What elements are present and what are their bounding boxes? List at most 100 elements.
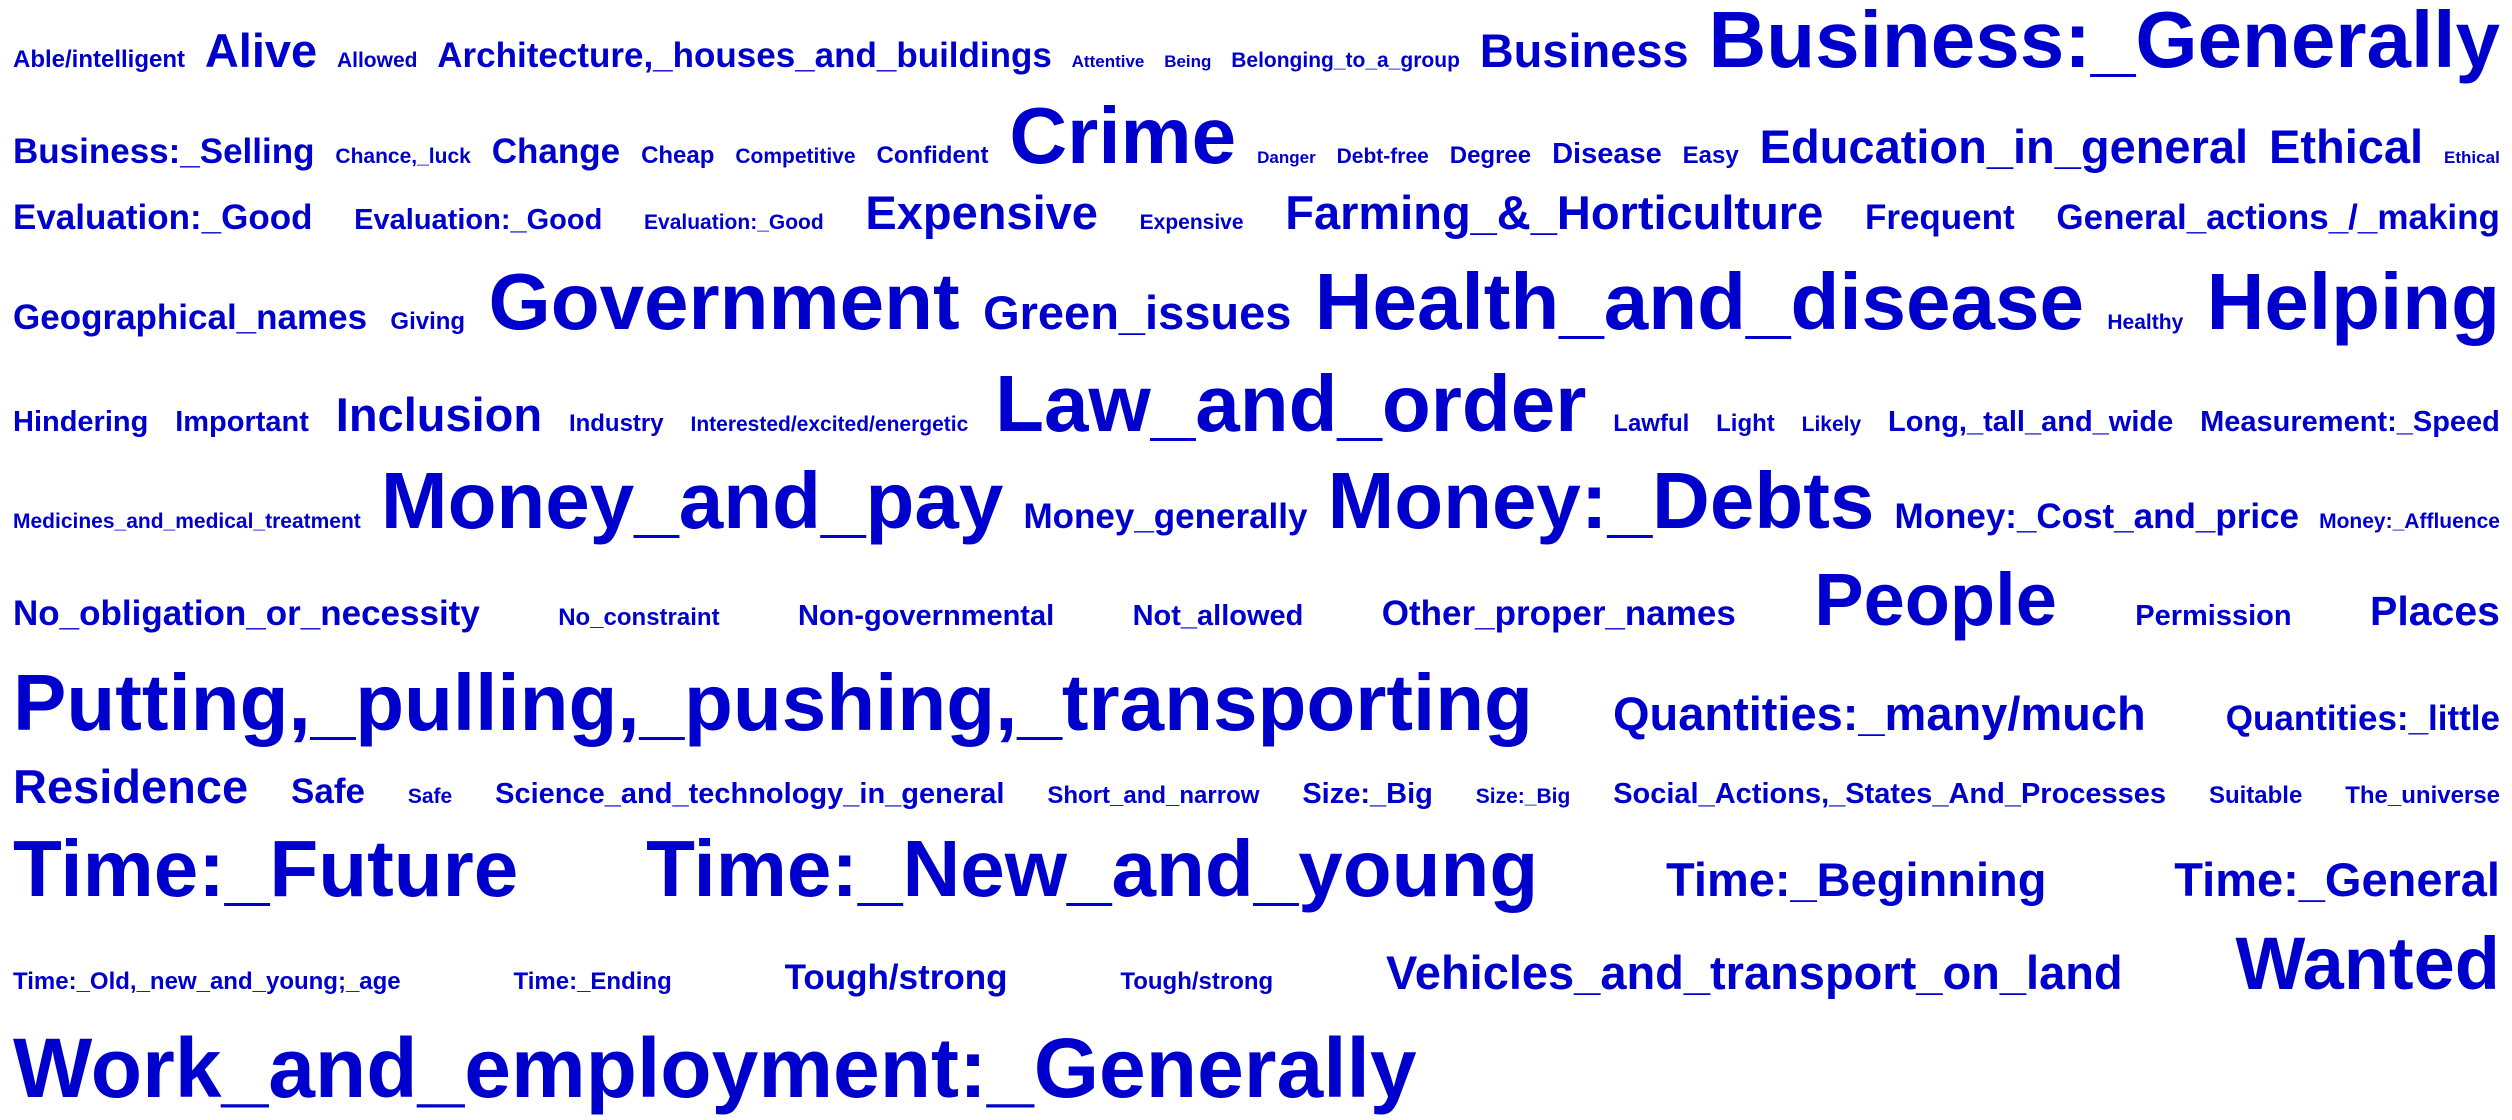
word-cloud-term: Law_and_order (995, 359, 1587, 448)
word-cloud-term: Putting,_pulling,_pushing,_transporting (13, 658, 1533, 747)
word-cloud-term: Places (2370, 588, 2500, 634)
word-cloud-term: Frequent (1864, 198, 2015, 237)
word-cloud-term: Inclusion (335, 388, 543, 441)
word-cloud-term: Other_proper_names (1381, 594, 1736, 633)
word-cloud-term: Not_allowed (1132, 600, 1304, 632)
word-cloud-term: Helping (2206, 257, 2500, 346)
word-cloud-term: Tough/strong (784, 958, 1008, 997)
word-cloud-term: Giving (390, 308, 466, 335)
word-cloud-term: Work_and_employment:_Generally (13, 1021, 1417, 1115)
word-row: Residence Safe Safe Science_and_technology_… (13, 763, 2500, 810)
word-cloud-term: Time:_General (2174, 853, 2500, 906)
word-cloud-term: Easy (1682, 142, 1739, 169)
word-row: Hindering Important Inclusion Industry Inter… (13, 364, 2500, 444)
word-cloud-term: Tough/strong (1120, 968, 1274, 995)
word-cloud-term: Long,_tall_and_wide (1888, 406, 2174, 438)
word-cloud-term: Allowed (336, 49, 418, 72)
word-cloud-term: Time:_Future (13, 824, 519, 913)
word-cloud-term: Competitive (735, 145, 856, 168)
word-cloud-term: Ethical (2444, 148, 2500, 167)
word-cloud-term: Money_generally (1023, 497, 1308, 536)
word-cloud-term: Education_in_general (1759, 120, 2249, 173)
word-cloud-term: Government (488, 257, 960, 346)
word-cloud-term: Measurement:_Speed (2200, 406, 2500, 438)
word-cloud-term: Industry (568, 410, 664, 437)
word-row: Able/intelligent Alive Allowed Architecture… (13, 0, 2500, 80)
word-cloud-term: Attentive (1071, 52, 1145, 71)
word-cloud-term: Safe (407, 785, 453, 808)
word-cloud-term: Confident (876, 142, 989, 169)
word-cloud-term: Ethical (2269, 120, 2424, 173)
word-cloud-term: Time:_Old,_new_and_young;_age (13, 968, 401, 995)
word-cloud-term: Safe (291, 772, 365, 811)
word-cloud-term: Debt-free (1336, 145, 1429, 168)
word-cloud-term: Farming_&_Horticulture (1285, 186, 1824, 239)
word-cloud-term: Important (175, 406, 309, 438)
word-row: Evaluation:_Good Evaluation:_Good Evaluati… (13, 189, 2500, 236)
word-row: Geographical_names Giving Government Green_… (13, 262, 2500, 342)
word-cloud-term: Medicines_and_medical_treatment (13, 510, 361, 533)
word-cloud-term: The_universe (2345, 782, 2500, 809)
word-row: Time:_Old,_new_and_young;_age Time:_Endin… (13, 927, 2500, 1001)
word-cloud-term: Crime (1009, 91, 1237, 180)
word-cloud-term: Quantities:_many/much (1612, 687, 2146, 740)
word-row: No_obligation_or_necessity No_constraint N… (13, 563, 2500, 637)
word-cloud-term: Size:_Big (1475, 785, 1571, 808)
word-cloud-term: Evaluation:_Good (13, 198, 313, 237)
word-cloud-term: Lawful (1613, 410, 1690, 437)
word-cloud-term: Time:_New_and_young (646, 824, 1539, 913)
word-cloud-term: Geographical_names (13, 298, 368, 337)
word-cloud-term: Size:_Big (1302, 778, 1433, 810)
word-cloud-term: Money:_Affluence (2319, 510, 2500, 533)
word-cloud-term: Evaluation:_Good (354, 204, 603, 236)
word-cloud-term: Business:_Generally (1708, 0, 2500, 84)
word-cloud-term: Alive (204, 24, 318, 77)
word-cloud-term: Change (491, 132, 621, 171)
word-cloud-term: Non-governmental (797, 600, 1055, 632)
word-cloud-term: No_obligation_or_necessity (13, 594, 480, 633)
word-cloud-term: Short_and_narrow (1047, 782, 1260, 809)
word-cloud-term: Disease (1552, 138, 1662, 170)
word-cloud-term: Danger (1257, 148, 1316, 167)
word-cloud-term: Suitable (2208, 782, 2303, 809)
word-cloud-term: Architecture,_houses_and_buildings (437, 36, 1052, 75)
word-cloud-term: Health_and_disease (1314, 257, 2085, 346)
word-cloud-term: Evaluation:_Good (644, 211, 824, 234)
word-cloud-term: Money:_Cost_and_price (1894, 497, 2299, 536)
word-cloud-term: Residence (13, 760, 249, 813)
word-cloud-term: Able/intelligent (13, 46, 186, 73)
word-cloud-term: Science_and_technology_in_general (495, 778, 1005, 810)
word-cloud-term: Business (1479, 24, 1689, 77)
word-cloud-term: Money:_Debts (1327, 456, 1875, 545)
word-cloud-term: Expensive (865, 186, 1098, 239)
word-row: Time:_Future Time:_New_and_young Time:_Beg… (13, 829, 2500, 909)
word-cloud-term: No_constraint (558, 604, 720, 631)
word-cloud-term: Quantities:_little (2225, 699, 2500, 738)
word-cloud: Able/intelligent Alive Allowed Architecture… (13, 0, 2500, 1120)
word-cloud-term: Expensive (1139, 211, 1244, 234)
word-cloud-term: Degree (1449, 142, 1532, 169)
word-row: Putting,_pulling,_pushing,_transporting Q… (13, 663, 2500, 743)
word-cloud-term: Likely (1801, 413, 1862, 436)
word-cloud-term: Social_Actions,_States_And_Processes (1613, 778, 2167, 810)
word-cloud-term: General_actions_/_making (2056, 198, 2500, 237)
word-cloud-term: Wanted (2235, 922, 2500, 1005)
word-cloud-term: Vehicles_and_transport_on_land (1386, 946, 2123, 999)
word-cloud-term: Interested/excited/energetic (690, 413, 969, 436)
word-cloud-term: Permission (2135, 600, 2292, 632)
word-cloud-term: Green_issues (983, 286, 1292, 339)
word-cloud-term: Time:_Ending (513, 968, 672, 995)
word-cloud-term: Hindering (13, 406, 149, 438)
word-cloud-term: Belonging_to_a_group (1231, 49, 1460, 72)
word-cloud-term: Being (1164, 52, 1212, 71)
word-cloud-term: Light (1716, 410, 1775, 437)
word-cloud-term: Money_and_pay (380, 456, 1004, 545)
word-row: Business:_Selling Chance,_luck Change Cheap… (13, 96, 2500, 176)
word-cloud-term: Business:_Selling (13, 132, 315, 171)
word-cloud-term: Cheap (641, 142, 715, 169)
word-cloud-term: Time:_Beginning (1666, 853, 2047, 906)
word-cloud-term: People (1814, 558, 2057, 641)
word-row: Work_and_employment:_Generally (13, 1026, 2500, 1110)
word-row: Medicines_and_medical_treatment Money_and… (13, 461, 2500, 541)
word-cloud-term: Chance,_luck (335, 145, 471, 168)
